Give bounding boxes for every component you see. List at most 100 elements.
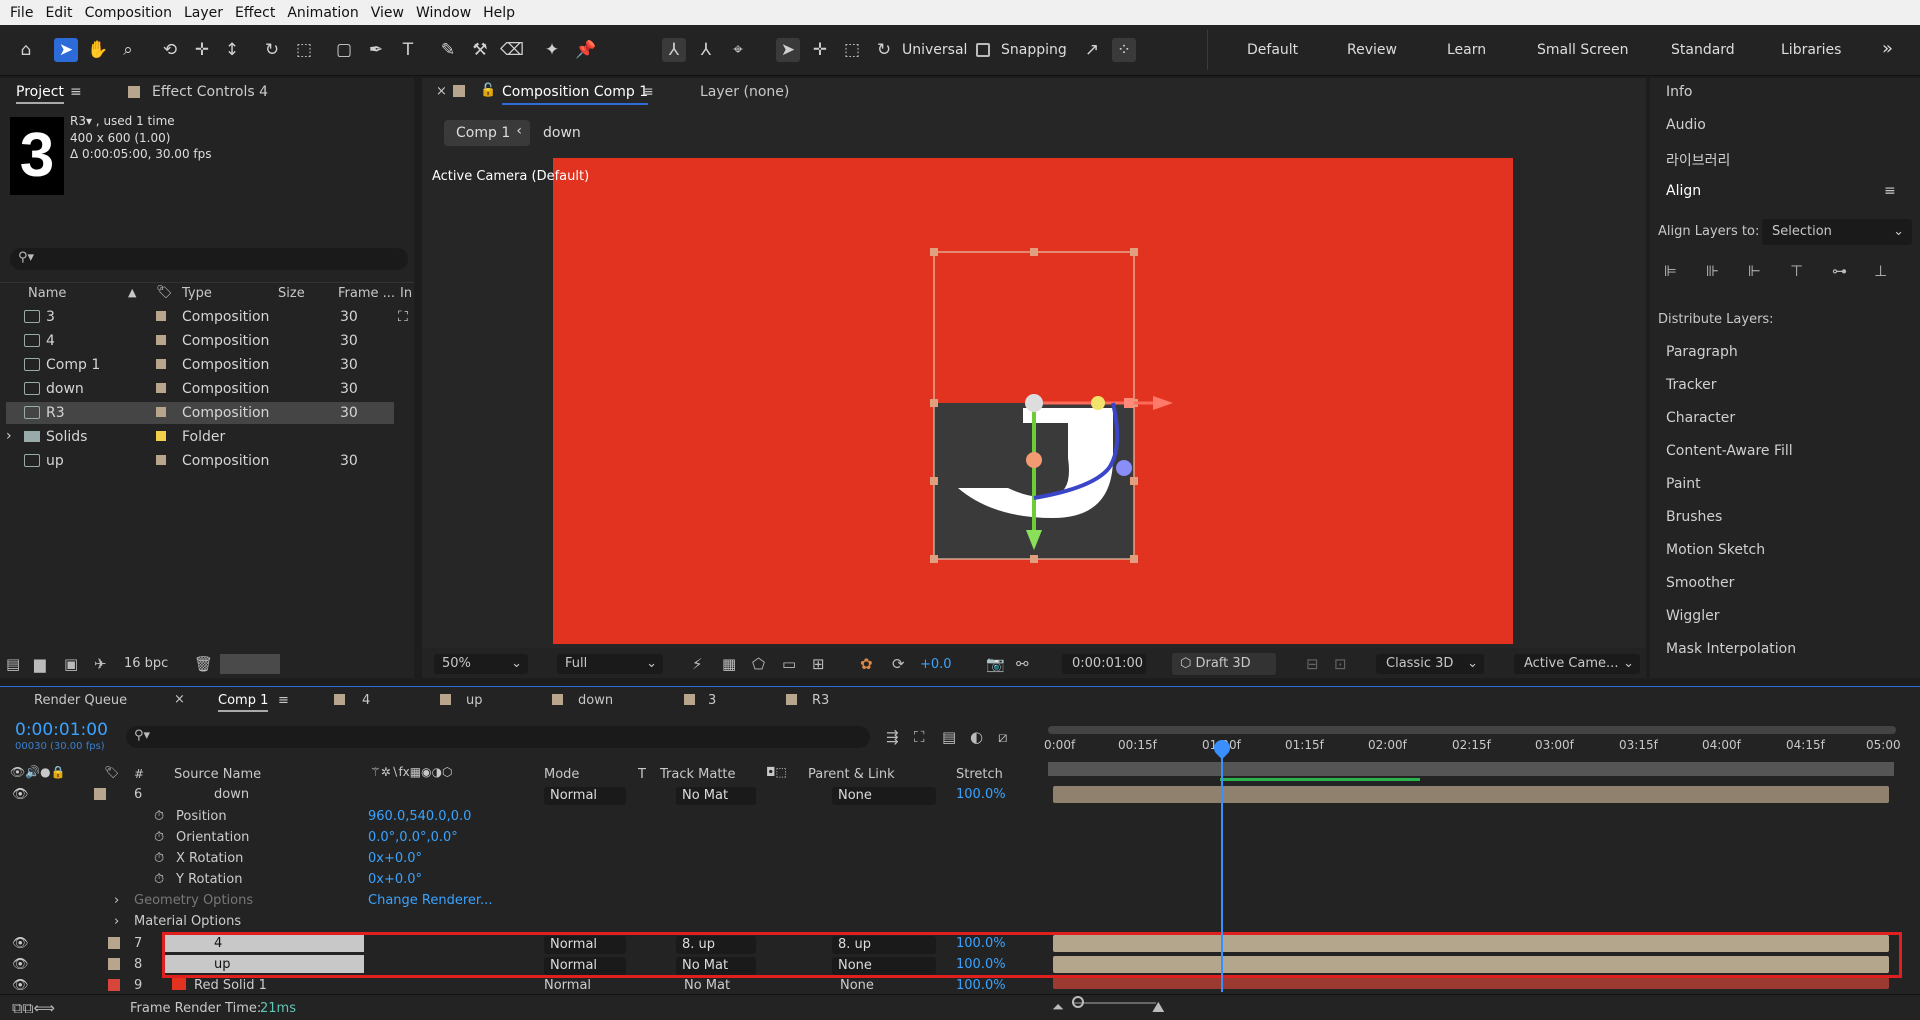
universal-rotate-icon[interactable]: ↻	[872, 38, 896, 62]
tab-project[interactable]: Project	[16, 84, 64, 104]
hand-tool-icon[interactable]: ✋	[86, 38, 110, 62]
show-snapshot-icon[interactable]: ⚯	[1016, 655, 1029, 673]
select-tool-3d-icon[interactable]: ➤	[776, 38, 800, 62]
layer-switches-toggle-icon[interactable]: ⧉⧉⟺	[12, 999, 55, 1017]
zoom-slider-handle[interactable]	[1072, 996, 1084, 1008]
workspace-small-screen[interactable]: Small Screen	[1537, 42, 1628, 58]
panel-audio[interactable]: Audio	[1656, 117, 1920, 133]
close-icon[interactable]: ×	[436, 84, 447, 99]
label-swatch[interactable]	[108, 958, 120, 970]
tab-3[interactable]: 3	[708, 693, 716, 708]
eraser-tool-icon[interactable]: ⌫	[500, 38, 524, 62]
universal-label[interactable]: Universal	[902, 42, 967, 58]
col-type[interactable]: Type	[182, 286, 212, 301]
pen-tool-icon[interactable]: ✒	[364, 38, 388, 62]
geometry-options[interactable]: Geometry Options	[134, 893, 253, 908]
list-item[interactable]: up Composition 30	[14, 450, 394, 472]
extended-viewer-icon[interactable]: ⊡	[1334, 655, 1347, 673]
mode-value[interactable]: Normal	[544, 978, 591, 993]
home-icon[interactable]: ⌂	[14, 38, 38, 62]
zoom-select[interactable]: 50% ⌄	[434, 654, 528, 674]
item-name[interactable]: R3▾ , used 1 time	[70, 114, 175, 128]
align-bottom-icon[interactable]: ⊥	[1874, 262, 1887, 280]
interpret-footage-icon[interactable]: ▤	[6, 655, 20, 673]
ground-plane-icon[interactable]: ⊟	[1306, 655, 1319, 673]
panel-motion-sketch[interactable]: Motion Sketch	[1656, 542, 1920, 558]
scale-tool-icon[interactable]: ⬚	[840, 38, 864, 62]
list-item[interactable]: down Composition 30	[14, 378, 394, 400]
snapshot-icon[interactable]: 📷	[986, 655, 1005, 673]
panel-mask-interpolation[interactable]: Mask Interpolation	[1656, 641, 1920, 657]
panel-libraries[interactable]: 라이브러리	[1656, 150, 1920, 170]
menu-window[interactable]: Window	[410, 5, 477, 21]
panel-info[interactable]: Info	[1656, 84, 1920, 100]
color-management-icon[interactable]: ⟳	[892, 655, 905, 673]
expand-arrow-icon[interactable]: ›	[114, 914, 119, 929]
layer-name[interactable]: down	[214, 787, 249, 802]
zoom-tool-icon[interactable]: ⌕	[116, 38, 140, 62]
eye-icon[interactable]: 👁	[12, 936, 29, 951]
panel-tracker[interactable]: Tracker	[1656, 377, 1920, 393]
col-name[interactable]: Name	[28, 286, 66, 301]
move-tool-icon[interactable]: ✛	[808, 38, 832, 62]
draft-3d-icon[interactable]: ⛶	[914, 728, 925, 746]
panel-menu-icon[interactable]: ≡	[642, 84, 654, 100]
list-item[interactable]: Comp 1 Composition 30	[14, 354, 394, 376]
playhead[interactable]	[1221, 740, 1223, 992]
layer-bar-red-solid[interactable]	[1053, 977, 1889, 989]
roto-brush-icon[interactable]: ✦	[540, 38, 564, 62]
graph-editor-icon[interactable]: ⧄	[998, 728, 1008, 746]
prop-value[interactable]: 960.0,540.0,0.0	[368, 809, 471, 824]
trash-icon[interactable]: 🗑	[194, 655, 213, 673]
layer-switches-icon[interactable]: ⚚✲∖fx▦◉◑⬡	[370, 765, 453, 779]
dolly-camera-icon[interactable]: ↕	[220, 38, 244, 62]
bit-depth-button[interactable]: 16 bpc	[124, 656, 168, 671]
panel-menu-icon[interactable]: ≡	[70, 84, 82, 100]
rotate-tool-icon[interactable]: ↻	[260, 38, 284, 62]
col-source-name[interactable]: Source Name	[174, 767, 261, 782]
col-size[interactable]: Size	[278, 286, 305, 301]
timeline-timecode[interactable]: 0:00:01:00	[15, 720, 108, 740]
workspace-overflow-icon[interactable]: »	[1882, 38, 1893, 59]
tab-up[interactable]: up	[466, 693, 483, 708]
align-left-icon[interactable]: ⊫	[1664, 262, 1677, 280]
layer-gizmo[interactable]	[553, 158, 1513, 644]
rectangle-tool-icon[interactable]: ▢	[332, 38, 356, 62]
frame-blending-icon[interactable]: ◐	[970, 728, 983, 746]
transparency-grid-icon[interactable]: ▦	[722, 655, 736, 673]
label-swatch[interactable]	[108, 937, 120, 949]
layer-name[interactable]: Red Solid 1	[194, 978, 267, 993]
workspace-standard[interactable]: Standard	[1671, 42, 1735, 58]
col-track-matte[interactable]: Track Matte	[660, 767, 736, 782]
breadcrumb-down[interactable]: down	[543, 125, 581, 141]
matte-select[interactable]: No Mat	[676, 787, 756, 805]
work-area-bar[interactable]	[1048, 726, 1896, 734]
tab-down[interactable]: down	[578, 693, 613, 708]
label-swatch[interactable]	[108, 979, 120, 991]
tab-4[interactable]: 4	[362, 693, 370, 708]
draft-3d-toggle[interactable]: ⬡ Draft 3D	[1172, 653, 1276, 675]
col-stretch[interactable]: Stretch	[956, 767, 1003, 782]
menu-effect[interactable]: Effect	[229, 5, 281, 21]
project-search-input[interactable]: ⚲▾	[10, 248, 408, 270]
view-select[interactable]: Active Came... ⌄	[1514, 654, 1640, 674]
snap-feature-icon[interactable]: ⁘	[1112, 38, 1136, 62]
list-item-selected[interactable]: R3 Composition 30	[6, 402, 394, 424]
zoom-out-icon[interactable]: ⏶	[1052, 998, 1064, 1016]
world-axis-icon[interactable]: ⅄	[694, 38, 718, 62]
zoom-in-icon[interactable]: ⛰	[1152, 998, 1165, 1016]
menu-animation[interactable]: Animation	[281, 5, 364, 21]
layer-row-down[interactable]: 👁 6 down Normal No Mat None 100.0%	[0, 784, 1045, 805]
stopwatch-icon[interactable]: ⏱	[154, 851, 164, 866]
menu-help[interactable]: Help	[477, 5, 521, 21]
list-item[interactable]: 3 Composition 30 ⛶	[14, 306, 408, 328]
composition-mini-flowchart-icon[interactable]: ⇶	[886, 728, 899, 746]
panel-wiggler[interactable]: Wiggler	[1656, 608, 1920, 624]
stretch-value[interactable]: 100.0%	[956, 787, 1006, 802]
align-right-icon[interactable]: ⊩	[1748, 262, 1761, 280]
prop-value[interactable]: 0.0°,0.0°,0.0°	[368, 830, 458, 845]
panel-brushes[interactable]: Brushes	[1656, 509, 1920, 525]
col-frame[interactable]: Frame ...	[338, 286, 395, 301]
workspace-libraries[interactable]: Libraries	[1781, 42, 1841, 58]
mask-visibility-icon[interactable]: ⬠	[752, 655, 765, 673]
